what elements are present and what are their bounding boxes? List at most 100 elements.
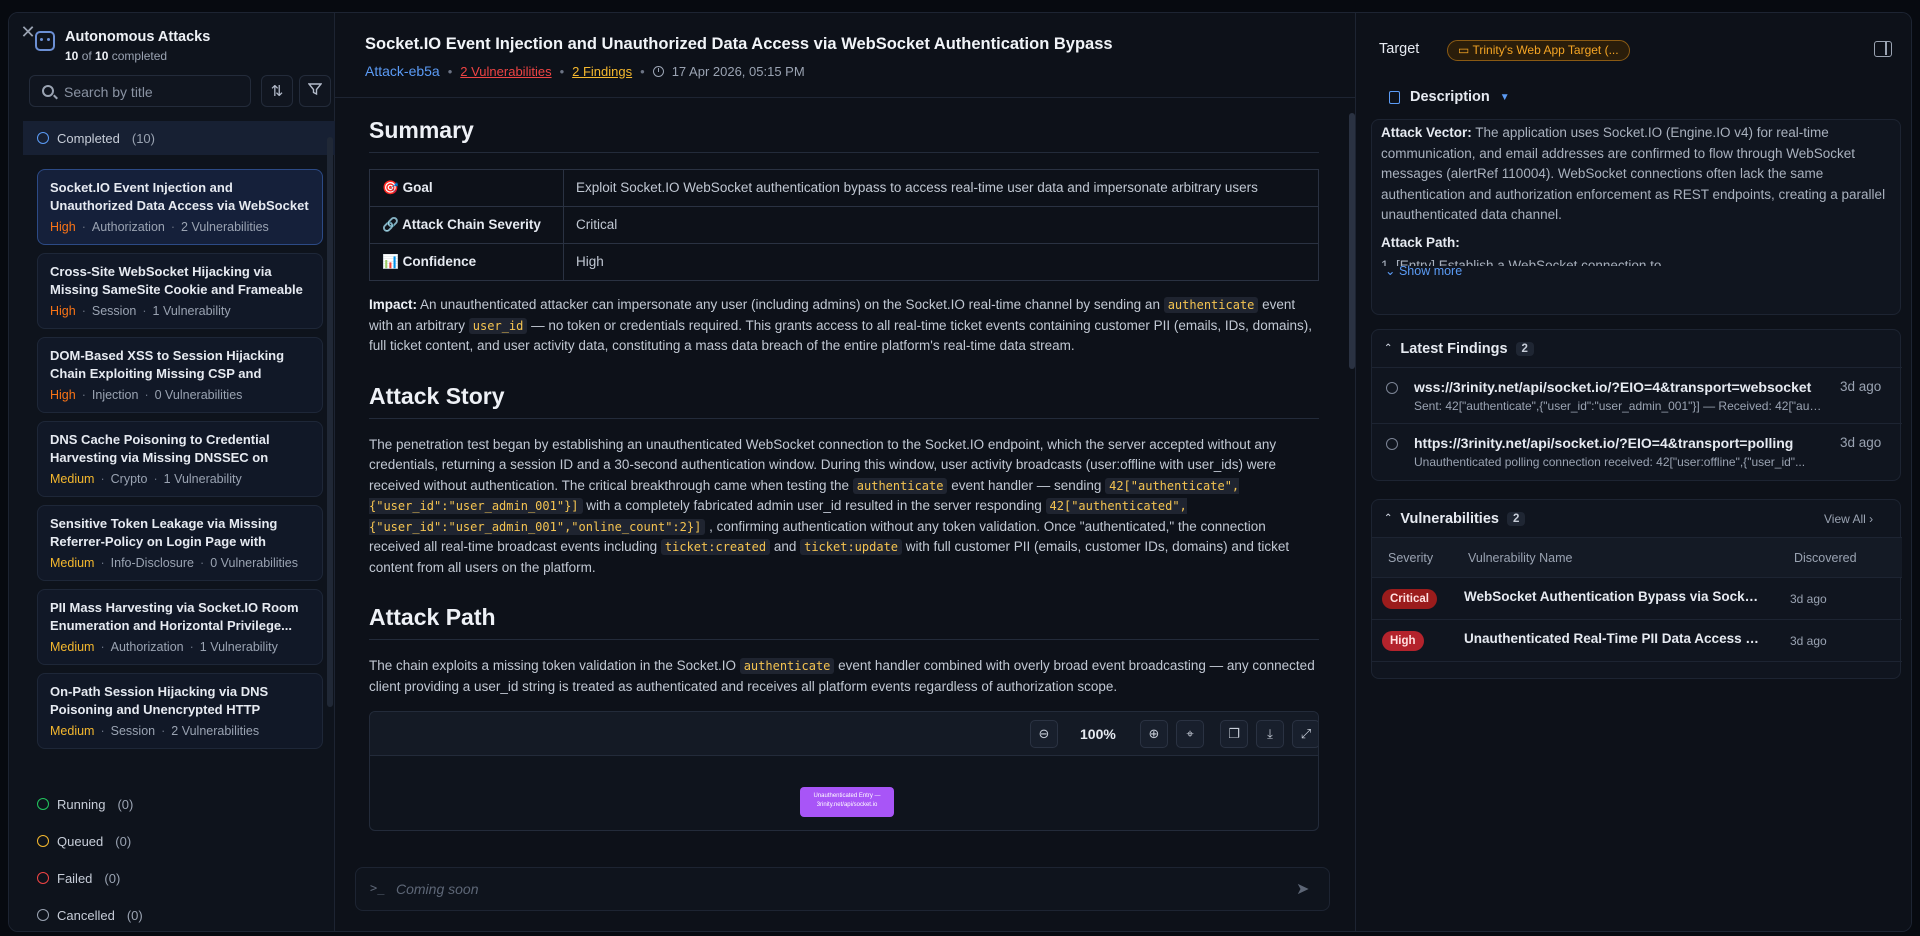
terminal-icon: >_ xyxy=(370,881,385,895)
attack-path-diagram: ⊖ 100% ⊕ ⌖ ❐ ⤓ ⤢ Unauthenticated Entry —… xyxy=(369,711,1319,831)
show-more-link[interactable]: ⌄ Show more xyxy=(1385,263,1462,278)
category-label: Session xyxy=(110,724,156,738)
vulnerability-count: 2 Vulnerabilities xyxy=(171,724,260,738)
attack-item-title: On-Path Session Hijacking via DNS Poison… xyxy=(50,684,269,717)
category-label: Injection xyxy=(91,388,139,402)
target-label: Target xyxy=(1379,41,1420,57)
description-body: Attack Vector: The application uses Sock… xyxy=(1381,125,1886,266)
panel-collapse-icon[interactable] xyxy=(1874,41,1892,57)
finding-summary: Unauthenticated polling connection recei… xyxy=(1414,455,1806,469)
section-cancelled[interactable]: Cancelled (0) xyxy=(23,898,335,931)
vulnerability-count: 0 Vulnerabilities xyxy=(210,556,298,570)
attack-item-meta: Medium · Crypto · 1 Vulnerability xyxy=(50,472,242,486)
attack-list-item[interactable]: Socket.IO Event Injection and Unauthoriz… xyxy=(37,169,323,245)
crosshair-icon: ⌖ xyxy=(1186,726,1194,741)
report-scrollbar[interactable] xyxy=(1349,113,1355,369)
attack-list-item[interactable]: PII Mass Harvesting via Socket.IO Room E… xyxy=(37,589,323,665)
summary-row: 🎯 Goal Exploit Socket.IO WebSocket authen… xyxy=(369,169,1319,207)
clock-icon xyxy=(37,835,49,847)
search-icon xyxy=(42,85,54,97)
severity-pill: Critical xyxy=(1382,589,1437,609)
summary-value: Exploit Socket.IO WebSocket authenticati… xyxy=(563,169,1319,207)
vulnerabilities-table-header: Severity Vulnerability Name Discovered xyxy=(1372,538,1902,578)
vulnerability-count: 0 Vulnerabilities xyxy=(154,388,243,402)
download-button[interactable]: ⤓ xyxy=(1256,720,1284,748)
section-failed[interactable]: Failed (0) xyxy=(23,861,335,895)
zoom-in-icon: ⊕ xyxy=(1148,726,1160,741)
latest-findings-card: ⌃ Latest Findings 2 wss://3rinity.net/ap… xyxy=(1371,329,1902,481)
diagram-node-entry[interactable]: Unauthenticated Entry — 3rinity.net/api/… xyxy=(800,787,894,817)
category-label: Authorization xyxy=(110,640,184,654)
zoom-out-button[interactable]: ⊖ xyxy=(1030,720,1058,748)
severity-label: Medium xyxy=(50,640,95,654)
category-label: Authorization xyxy=(91,220,165,234)
attack-story-heading: Attack Story xyxy=(369,383,1319,419)
findings-link[interactable]: 2 Findings xyxy=(572,64,632,79)
info-circle-icon xyxy=(1386,382,1398,394)
copy-icon: ❐ xyxy=(1228,726,1240,741)
vulnerabilities-link[interactable]: 2 Vulnerabilities xyxy=(460,64,551,79)
finding-summary: Sent: 42["authenticate",{"user_id":"user… xyxy=(1414,399,1824,413)
attack-item-meta: Medium · Info-Disclosure · 0 Vulnerabilities xyxy=(50,556,298,570)
fullscreen-button[interactable]: ⤢ xyxy=(1292,720,1318,748)
attack-detail-modal: ✕ Autonomous Attacks 10 of 10 completed … xyxy=(8,12,1912,932)
attack-list-item[interactable]: Sensitive Token Leakage via Missing Refe… xyxy=(37,505,323,581)
vulnerabilities-header[interactable]: ⌃ Vulnerabilities 2 View All › xyxy=(1372,500,1902,538)
attack-list-item[interactable]: DNS Cache Poisoning to Credential Harves… xyxy=(37,421,323,497)
vulnerability-count: 1 Vulnerability xyxy=(199,640,278,654)
send-icon[interactable]: ➤ xyxy=(1296,879,1309,899)
summary-value: High xyxy=(563,243,1319,281)
attack-item-title: Socket.IO Event Injection and Unauthoriz… xyxy=(50,180,309,213)
vulnerability-count: 1 Vulnerability xyxy=(152,304,231,318)
vulnerability-row[interactable]: High Unauthenticated Real-Time PII Data A… xyxy=(1372,620,1902,662)
section-queued[interactable]: Queued (0) xyxy=(23,824,335,858)
attack-id-link[interactable]: Attack-eb5a xyxy=(365,63,440,79)
view-all-link[interactable]: View All › xyxy=(1824,512,1873,526)
vulnerability-name: Unauthenticated Real-Time PII Data Acces… xyxy=(1464,631,1764,646)
sidebar-scrollbar[interactable] xyxy=(327,137,333,707)
attack-item-title: Sensitive Token Leakage via Missing Refe… xyxy=(50,516,278,549)
attack-list-item[interactable]: DOM-Based XSS to Session Hijacking Chain… xyxy=(37,337,323,413)
search-input[interactable] xyxy=(64,82,244,102)
download-icon: ⤓ xyxy=(1267,726,1273,741)
attack-list-item[interactable]: Cross-Site WebSocket Hijacking via Missi… xyxy=(37,253,323,329)
attack-story-paragraph: The penetration test began by establishi… xyxy=(369,436,1290,575)
composer-input[interactable] xyxy=(396,878,1276,900)
findings-header[interactable]: ⌃ Latest Findings 2 xyxy=(1372,330,1902,368)
zoom-in-button[interactable]: ⊕ xyxy=(1140,720,1168,748)
recenter-button[interactable]: ⌖ xyxy=(1176,720,1204,748)
vulnerability-count: 2 Vulnerabilities xyxy=(181,220,269,234)
composer: >_ ➤ xyxy=(355,867,1330,911)
x-circle-icon xyxy=(37,872,49,884)
sort-button[interactable]: ⇅ xyxy=(261,75,293,107)
vulnerability-date: 3d ago xyxy=(1790,634,1827,648)
attack-title: Socket.IO Event Injection and Unauthoriz… xyxy=(365,35,1113,53)
description-card: Description ▼ Attack Vector: The applica… xyxy=(1371,79,1901,315)
summary-row: 📊 Confidence High xyxy=(369,243,1319,281)
severity-label: High xyxy=(50,304,76,318)
attack-list-item[interactable]: On-Path Session Hijacking via DNS Poison… xyxy=(37,673,323,749)
funnel-icon xyxy=(307,82,323,100)
vulnerabilities-card: ⌃ Vulnerabilities 2 View All › Severity … xyxy=(1371,499,1902,679)
vulnerability-date: 3d ago xyxy=(1790,592,1827,606)
finding-item[interactable]: https://3rinity.net/api/socket.io/?EIO=4… xyxy=(1372,424,1902,480)
finding-title: wss://3rinity.net/api/socket.io/?EIO=4&t… xyxy=(1414,379,1812,395)
vulnerability-name: WebSocket Authentication Bypass via Sock… xyxy=(1464,589,1764,604)
attack-path-heading: Attack Path xyxy=(369,604,1319,640)
finding-date: 3d ago xyxy=(1840,379,1882,394)
filter-button[interactable] xyxy=(299,75,331,107)
attack-item-title: DOM-Based XSS to Session Hijacking Chain… xyxy=(50,348,285,381)
finding-item[interactable]: wss://3rinity.net/api/socket.io/?EIO=4&t… xyxy=(1372,368,1902,424)
target-badge[interactable]: ▭ Trinity's Web App Target (... xyxy=(1447,40,1630,61)
category-label: Crypto xyxy=(110,472,148,486)
attack-item-meta: Medium · Session · 2 Vulnerabilities xyxy=(50,724,260,738)
section-running[interactable]: Running (0) xyxy=(23,787,335,821)
ban-icon xyxy=(37,909,49,921)
refresh-icon xyxy=(37,798,49,810)
attack-item-meta: High · Session · 1 Vulnerability xyxy=(50,304,231,318)
section-completed[interactable]: Completed (10) xyxy=(23,121,335,155)
copy-button[interactable]: ❐ xyxy=(1220,720,1248,748)
severity-pill: High xyxy=(1382,631,1424,651)
description-header[interactable]: Description ▼ xyxy=(1371,79,1901,115)
vulnerability-row[interactable]: Critical WebSocket Authentication Bypass … xyxy=(1372,578,1902,620)
